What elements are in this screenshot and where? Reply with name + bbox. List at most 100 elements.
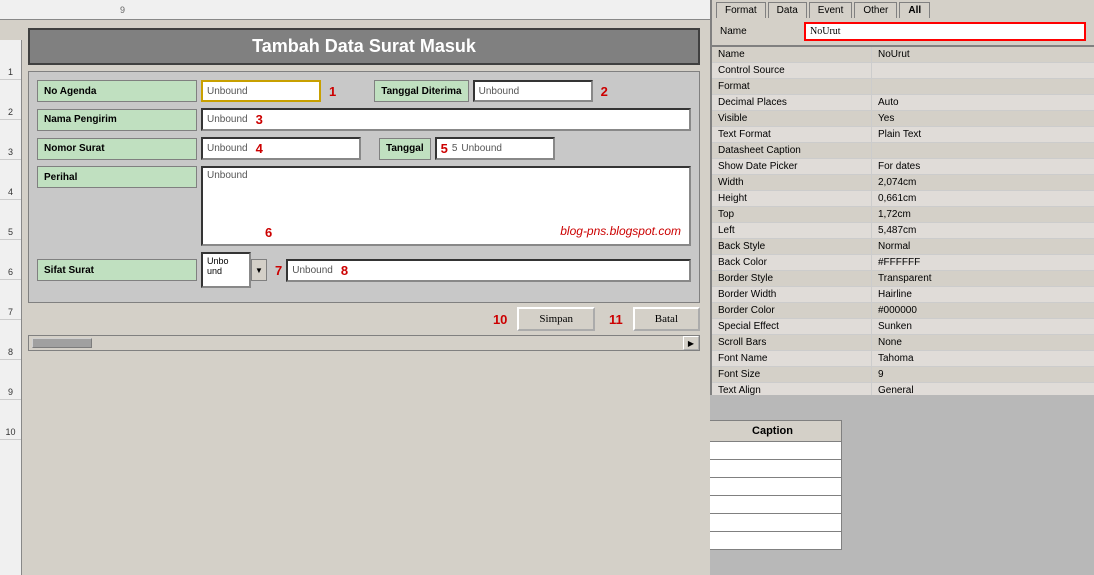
simpan-button[interactable]: Simpan	[517, 307, 595, 331]
props-row: Width2,074cm	[712, 175, 1094, 191]
input-no-agenda[interactable]: Unbound	[201, 80, 321, 102]
label-tanggal-diterima: Tanggal Diterima	[374, 80, 468, 102]
props-val: NoUrut	[872, 47, 1094, 62]
num-7: 7	[275, 263, 282, 278]
label-perihal: Perihal	[37, 166, 197, 188]
props-row: Top1,72cm	[712, 207, 1094, 223]
table-cell-caption	[704, 532, 842, 550]
num-1: 1	[329, 84, 336, 99]
props-val: Yes	[872, 111, 1094, 126]
props-row: Decimal PlacesAuto	[712, 95, 1094, 111]
scrollbar-h[interactable]: ▶	[28, 335, 700, 351]
props-tabs: Format Data Event Other All	[712, 0, 1094, 18]
form-row-sifat: Sifat Surat Unbo und ▼ 7 Unbound	[37, 252, 691, 288]
props-key: Left	[712, 223, 872, 238]
props-name-input[interactable]	[804, 22, 1086, 41]
combo-input-sifat[interactable]: Unbo und	[201, 252, 251, 288]
props-val	[872, 79, 1094, 94]
props-key: Height	[712, 191, 872, 206]
props-row: NameNoUrut	[712, 47, 1094, 63]
props-val: #000000	[872, 303, 1094, 318]
ruler-num-3: 3	[0, 120, 21, 160]
table-cell-caption	[704, 442, 842, 460]
num-6: 6	[265, 225, 272, 240]
tab-event[interactable]: Event	[809, 2, 853, 18]
label-nama-pengirim: Nama Pengirim	[37, 109, 197, 131]
ruler-num-6: 6	[0, 240, 21, 280]
props-key: Scroll Bars	[712, 335, 872, 350]
label-nomor-surat: Nomor Surat	[37, 138, 197, 160]
scroll-right-btn[interactable]: ▶	[683, 336, 699, 350]
props-val	[872, 143, 1094, 158]
form-row-2: Nama Pengirim Unbound 3	[37, 108, 691, 131]
props-key: Top	[712, 207, 872, 222]
props-name-row: Name	[712, 18, 1094, 46]
props-row: Control Source	[712, 63, 1094, 79]
ruler-num-8: 8	[0, 320, 21, 360]
props-val: Plain Text	[872, 127, 1094, 142]
input-nama-pengirim[interactable]: Unbound 3	[201, 108, 691, 131]
form-title: Tambah Data Surat Masuk	[28, 28, 700, 65]
table-cell-caption	[704, 478, 842, 496]
combo-sifat[interactable]: Unbo und ▼	[201, 252, 267, 288]
table-cell-caption	[704, 496, 842, 514]
tab-data[interactable]: Data	[768, 2, 807, 18]
props-key: Back Color	[712, 255, 872, 270]
tab-format[interactable]: Format	[716, 2, 766, 18]
props-key: Border Width	[712, 287, 872, 302]
input-tanggal-diterima[interactable]: Unbound	[473, 80, 593, 102]
props-row: Datasheet Caption	[712, 143, 1094, 159]
props-val: Transparent	[872, 271, 1094, 286]
props-row: Left5,487cm	[712, 223, 1094, 239]
props-val	[872, 63, 1094, 78]
input-sifat2[interactable]: Unbound 8	[286, 259, 691, 282]
tab-other[interactable]: Other	[854, 2, 897, 18]
props-val: 1,72cm	[872, 207, 1094, 222]
props-name-label: Name	[720, 26, 800, 37]
props-key: Border Color	[712, 303, 872, 318]
props-key: Border Style	[712, 271, 872, 286]
props-row: Format	[712, 79, 1094, 95]
ruler-num-10: 10	[0, 400, 21, 440]
ruler-num-4: 4	[0, 160, 21, 200]
props-row: Back Color#FFFFFF	[712, 255, 1094, 271]
props-row: Border StyleTransparent	[712, 271, 1094, 287]
props-key: Show Date Picker	[712, 159, 872, 174]
label-no-agenda: No Agenda	[37, 80, 197, 102]
form-row-perihal: Perihal Unbound 6 blog-pns.blogspot.com	[37, 166, 691, 246]
batal-button[interactable]: Batal	[633, 307, 700, 331]
props-row: VisibleYes	[712, 111, 1094, 127]
blog-watermark: blog-pns.blogspot.com	[560, 224, 681, 238]
tab-all[interactable]: All	[899, 2, 930, 18]
props-val: 5,487cm	[872, 223, 1094, 238]
props-val: 9	[872, 367, 1094, 382]
props-val: None	[872, 335, 1094, 350]
num-10: 10	[493, 312, 507, 327]
props-val: Hairline	[872, 287, 1094, 302]
props-key: Visible	[712, 111, 872, 126]
props-val: For dates	[872, 159, 1094, 174]
props-row: Text FormatPlain Text	[712, 127, 1094, 143]
props-val: 2,074cm	[872, 175, 1094, 190]
props-key: Name	[712, 47, 872, 62]
props-key: Control Source	[712, 63, 872, 78]
props-val: Sunken	[872, 319, 1094, 334]
props-key: Datasheet Caption	[712, 143, 872, 158]
num-11: 11	[609, 312, 623, 327]
app-window: 9 1 2 3 4 5 6 7 8 9 10	[0, 0, 1094, 575]
label-tanggal: Tanggal	[379, 138, 431, 160]
props-key: Text Format	[712, 127, 872, 142]
table-cell-caption	[704, 514, 842, 532]
combo-dropdown-btn[interactable]: ▼	[251, 259, 267, 281]
ruler-num-2: 2	[0, 80, 21, 120]
ruler-num-9: 9	[0, 360, 21, 400]
input-nomor-surat[interactable]: Unbound 4	[201, 137, 361, 160]
top-section: 9 1 2 3 4 5 6 7 8 9 10	[0, 0, 1094, 395]
props-key: Font Size	[712, 367, 872, 382]
props-val: Tahoma	[872, 351, 1094, 366]
form-body: No Agenda Unbound 1 Tanggal Diterima Unb…	[28, 71, 700, 303]
scrollbar-thumb	[32, 338, 92, 348]
props-row: Scroll BarsNone	[712, 335, 1094, 351]
form-row-1: No Agenda Unbound 1 Tanggal Diterima Unb…	[37, 80, 691, 102]
input-tanggal[interactable]: 5 5 Unbound	[435, 137, 555, 160]
